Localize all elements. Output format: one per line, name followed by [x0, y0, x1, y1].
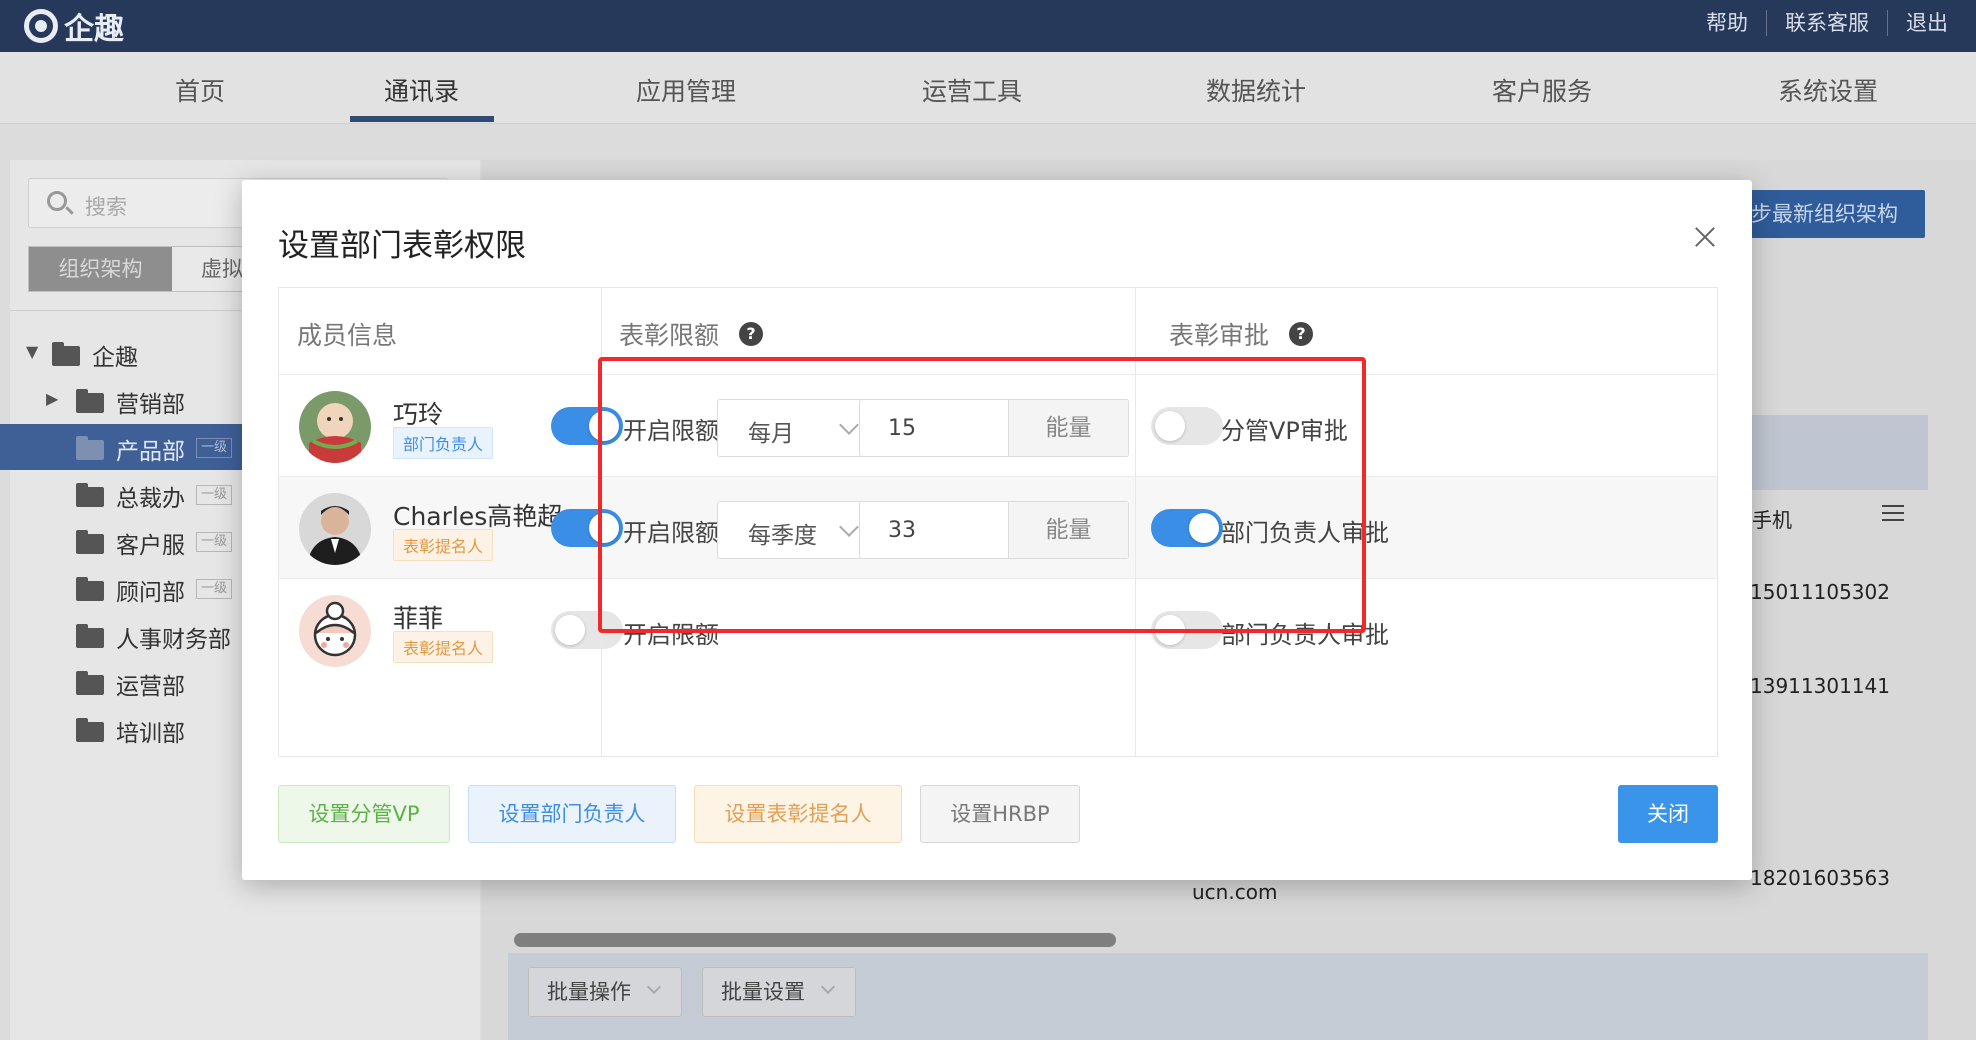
header-member-label: 成员信息: [297, 321, 398, 350]
tree-item-label: 总裁办: [116, 486, 185, 512]
folder-icon: [76, 671, 104, 695]
close-icon[interactable]: [1692, 224, 1718, 250]
main-nav: 首页 通讯录 应用管理 运营工具 数据统计 客户服务 系统设置: [0, 52, 1976, 124]
role-tag: 表彰提名人: [393, 529, 494, 561]
tab-org-structure[interactable]: 组织架构: [29, 247, 172, 291]
help-link[interactable]: 帮助: [1688, 10, 1767, 36]
level-tag: 一级: [196, 485, 233, 505]
chevron-down-icon: [646, 979, 662, 995]
app-logo[interactable]: 企趣: [24, 6, 124, 47]
close-button[interactable]: 关闭: [1618, 785, 1718, 843]
set-nominator-button[interactable]: 设置表彰提名人: [694, 785, 902, 843]
tree-item-label: 顾问部: [116, 580, 185, 606]
avatar: [299, 391, 371, 463]
nav-contacts[interactable]: 通讯录: [384, 72, 459, 108]
logout-link[interactable]: 退出: [1888, 10, 1966, 36]
header-limit: 表彰限额?: [619, 316, 764, 352]
tree-item-label: 产品部: [116, 439, 185, 465]
set-hrbp-button[interactable]: 设置HRBP: [920, 785, 1080, 843]
help-icon[interactable]: ?: [1289, 322, 1314, 346]
sync-org-label: 步最新组织架构: [1751, 202, 1898, 226]
dialog-title: 设置部门表彰权限: [278, 228, 526, 264]
header-member: 成员信息: [297, 316, 397, 352]
avatar: [299, 493, 371, 565]
nav-system-settings[interactable]: 系统设置: [1778, 72, 1878, 108]
member-name: 巧玲: [393, 400, 444, 429]
batch-settings-label: 批量设置: [721, 980, 805, 1004]
batch-operations-dropdown[interactable]: 批量操作: [528, 967, 682, 1017]
folder-icon: [52, 342, 80, 366]
folder-icon: [76, 389, 104, 413]
folder-icon: [76, 624, 104, 648]
email-cell: ucn.com: [1192, 880, 1278, 904]
contact-support-link[interactable]: 联系客服: [1767, 10, 1888, 36]
tree-root-label: 企趣: [92, 345, 138, 371]
search-icon: [47, 191, 67, 211]
nav-data-stats[interactable]: 数据统计: [1206, 72, 1306, 108]
folder-icon: [76, 530, 104, 554]
nav-home[interactable]: 首页: [175, 72, 225, 108]
role-tag: 部门负责人: [393, 427, 494, 459]
folder-icon: [76, 436, 104, 460]
header-approval: 表彰审批?: [1169, 316, 1314, 352]
caret-down-icon: ▼: [26, 342, 39, 361]
header-approval-label: 表彰审批: [1169, 321, 1270, 350]
avatar: [299, 595, 371, 667]
nav-app-management[interactable]: 应用管理: [636, 72, 736, 108]
chevron-down-icon: [820, 979, 836, 995]
level-tag: 一级: [196, 438, 233, 458]
highlight-box: [598, 357, 1366, 633]
set-vp-button[interactable]: 设置分管VP: [278, 785, 450, 843]
nav-active-indicator: [350, 116, 494, 122]
nav-operation-tools[interactable]: 运营工具: [922, 72, 1022, 108]
phone-cell: 18201603563: [1750, 866, 1890, 890]
nav-customer-service[interactable]: 客户服务: [1492, 72, 1592, 108]
logo-icon: [24, 9, 58, 43]
folder-icon: [76, 718, 104, 742]
member-name: 菲菲: [393, 604, 444, 633]
horizontal-scrollbar[interactable]: [514, 933, 1116, 947]
role-tag: 表彰提名人: [393, 631, 494, 663]
caret-right-icon: ▶: [46, 389, 59, 408]
top-bar: 企趣 帮助 联系客服 退出: [0, 0, 1976, 52]
tree-item-label: 培训部: [116, 721, 185, 747]
tab-virtual[interactable]: 虚拟: [201, 247, 243, 291]
sync-org-button[interactable]: 步最新组织架构: [1735, 190, 1925, 238]
tree-item-label: 客户服: [116, 533, 185, 559]
folder-icon: [76, 483, 104, 507]
phone-cell: 15011105302: [1750, 580, 1890, 604]
tree-item-label: 人事财务部: [116, 627, 231, 653]
top-links: 帮助 联系客服 退出: [1688, 10, 1966, 36]
batch-operations-label: 批量操作: [547, 980, 631, 1004]
batch-settings-dropdown[interactable]: 批量设置: [702, 967, 856, 1017]
logo-text: 企趣: [64, 12, 124, 47]
set-dept-head-button[interactable]: 设置部门负责人: [468, 785, 676, 843]
phone-cell: 13911301141: [1750, 674, 1890, 698]
member-name: Charles高艳超: [393, 502, 563, 531]
level-tag: 一级: [196, 579, 233, 599]
level-tag: 一级: [196, 532, 233, 552]
column-settings-icon[interactable]: [1882, 502, 1904, 524]
folder-icon: [76, 577, 104, 601]
phone-column-header: 手机: [1752, 508, 1792, 532]
tree-item-label: 营销部: [116, 392, 185, 418]
search-placeholder: 搜索: [85, 195, 127, 219]
help-icon[interactable]: ?: [739, 322, 764, 346]
tree-item-label: 运营部: [116, 674, 185, 700]
header-limit-label: 表彰限额: [619, 321, 720, 350]
